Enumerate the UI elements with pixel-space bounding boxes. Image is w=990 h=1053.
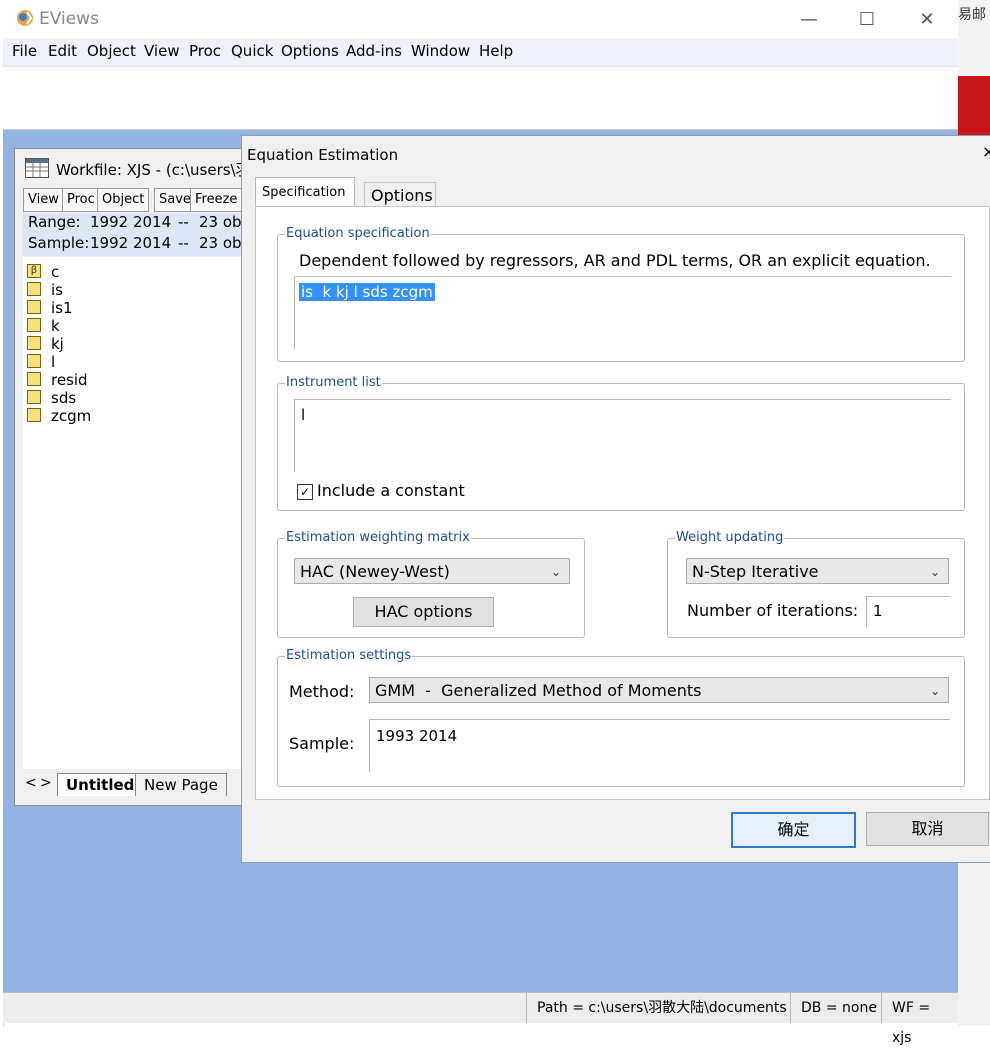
equation-spec-title: Equation specification [285, 226, 431, 241]
status-path: Path = c:\users\羽散大陆\documents [526, 993, 797, 1023]
status-wf: WF = xjs [881, 993, 958, 1046]
weight-updating-select[interactable]: N-Step Iterative ⌄ [686, 558, 949, 584]
workfile-freeze-button[interactable]: Freeze [190, 188, 243, 212]
background-banner [958, 76, 990, 138]
range-value: 1992 2014 [90, 213, 172, 231]
include-constant-checkbox[interactable]: ✓ [297, 484, 313, 500]
workfile-view-button[interactable]: View [23, 188, 64, 212]
status-bar: Path = c:\users\羽散大陆\documents DB = none… [3, 992, 958, 1046]
menu-proc[interactable]: Proc [189, 42, 221, 60]
iterations-value: 1 [873, 602, 883, 620]
menu-object[interactable]: Object [87, 42, 136, 60]
tab-scroll-left-icon[interactable]: < [25, 775, 37, 791]
chevron-down-icon: ⌄ [550, 565, 561, 579]
method-label: Method: [289, 682, 355, 701]
workfile-page-tabs: < > Untitled New Page [23, 771, 251, 797]
sample-input-value: 1993 2014 [376, 727, 458, 745]
workfile-object-button[interactable]: Object [97, 188, 150, 212]
menu-view[interactable]: View [144, 42, 180, 60]
menu-addins[interactable]: Add-ins [346, 42, 402, 60]
sample-value: 1992 2014 [90, 234, 172, 252]
range-label: Range: [28, 213, 81, 231]
weight-updating-value: N-Step Iterative [692, 562, 819, 581]
hac-options-button[interactable]: HAC options [353, 597, 494, 627]
minimize-icon[interactable]: — [786, 6, 832, 34]
equation-spec-hint: Dependent followed by regressors, AR and… [299, 251, 931, 270]
eviews-logo-icon [15, 8, 35, 28]
sample-input[interactable]: 1993 2014 [369, 719, 950, 772]
series-icon [27, 353, 41, 368]
tab-scroll-right-icon[interactable]: > [40, 775, 52, 791]
weight-updating-title: Weight updating [675, 530, 785, 545]
menu-bar: File Edit Object View Proc Quick Options… [3, 38, 958, 66]
tab-options[interactable]: Options [364, 182, 436, 207]
workfile-icon [25, 158, 49, 178]
menu-edit[interactable]: Edit [48, 42, 77, 60]
series-icon [27, 371, 41, 386]
status-db: DB = none [790, 993, 887, 1023]
list-item[interactable]: is1 [27, 299, 73, 317]
include-constant-label[interactable]: Include a constant [317, 481, 465, 500]
series-icon [27, 389, 41, 404]
workfile-title: Workfile: XJS - (c:\users\羽 [56, 161, 251, 179]
weighting-matrix-title: Estimation weighting matrix [285, 530, 471, 545]
background-window-title: 易邮 [958, 7, 986, 23]
list-item[interactable]: sds [27, 389, 76, 407]
method-select[interactable]: GMM - Generalized Method of Moments ⌄ [369, 677, 949, 703]
list-item[interactable]: resid [27, 371, 88, 389]
method-value: GMM - Generalized Method of Moments [375, 681, 702, 700]
menu-options[interactable]: Options [281, 42, 339, 60]
menu-help[interactable]: Help [479, 42, 513, 60]
weighting-matrix-select[interactable]: HAC (Newey-West) ⌄ [294, 558, 570, 584]
chevron-down-icon: ⌄ [929, 684, 940, 698]
tab-untitled[interactable]: Untitled [57, 773, 144, 796]
instrument-list-text: l [301, 406, 306, 424]
series-icon [27, 317, 41, 332]
equation-estimation-dialog: Equation Estimation × Specification Opti… [241, 135, 990, 863]
list-item[interactable]: kj [27, 335, 64, 353]
series-icon [27, 281, 41, 296]
chevron-down-icon: ⌄ [929, 565, 940, 579]
sample-label: Sample: [28, 234, 90, 252]
coefficient-icon: β [27, 263, 41, 278]
title-bar: EViews — ☐ ✕ [3, 0, 958, 38]
sample-separator: -- [178, 234, 189, 252]
app-title: EViews [39, 9, 99, 29]
list-item[interactable]: zcgm [27, 407, 91, 425]
dialog-close-icon[interactable]: × [982, 142, 990, 161]
workfile-proc-button[interactable]: Proc [62, 188, 100, 212]
command-window[interactable] [3, 66, 958, 130]
list-item[interactable]: is [27, 281, 63, 299]
close-icon[interactable]: ✕ [904, 6, 950, 34]
series-icon [27, 299, 41, 314]
weighting-matrix-value: HAC (Newey-West) [300, 562, 450, 581]
menu-quick[interactable]: Quick [231, 42, 273, 60]
workfile-range-info: Range: 1992 2014 -- 23 obs Sample: 1992 … [23, 213, 251, 256]
iterations-input[interactable]: 1 [866, 596, 950, 627]
estimation-settings-title: Estimation settings [285, 648, 413, 663]
workfile-object-list: βc is is1 k kj l resid sds zcgm [23, 257, 251, 769]
instrument-list-title: Instrument list [285, 375, 382, 390]
range-separator: -- [178, 213, 189, 231]
dialog-title: Equation Estimation [247, 146, 399, 164]
tab-new-page[interactable]: New Page [135, 773, 227, 796]
equation-spec-text: is k kj l sds zcgm [299, 283, 435, 301]
series-icon [27, 335, 41, 350]
list-item[interactable]: βc [27, 263, 59, 281]
sample-label: Sample: [289, 734, 355, 753]
cancel-button[interactable]: 取消 [866, 812, 989, 846]
series-icon [27, 407, 41, 422]
equation-spec-input[interactable]: is k kj l sds zcgm [294, 276, 951, 349]
tab-specification[interactable]: Specification [255, 177, 355, 207]
maximize-icon[interactable]: ☐ [844, 6, 890, 34]
menu-file[interactable]: File [12, 42, 37, 60]
instrument-list-input[interactable]: l [294, 399, 951, 472]
list-item[interactable]: l [27, 353, 55, 371]
list-item[interactable]: k [27, 317, 60, 335]
specification-panel: Equation specification Dependent followe… [255, 206, 990, 800]
ok-button[interactable]: 确定 [731, 812, 856, 848]
workfile-window: Workfile: XJS - (c:\users\羽 View Proc Ob… [14, 148, 252, 806]
iterations-label: Number of iterations: [687, 601, 859, 620]
menu-window[interactable]: Window [411, 42, 470, 60]
